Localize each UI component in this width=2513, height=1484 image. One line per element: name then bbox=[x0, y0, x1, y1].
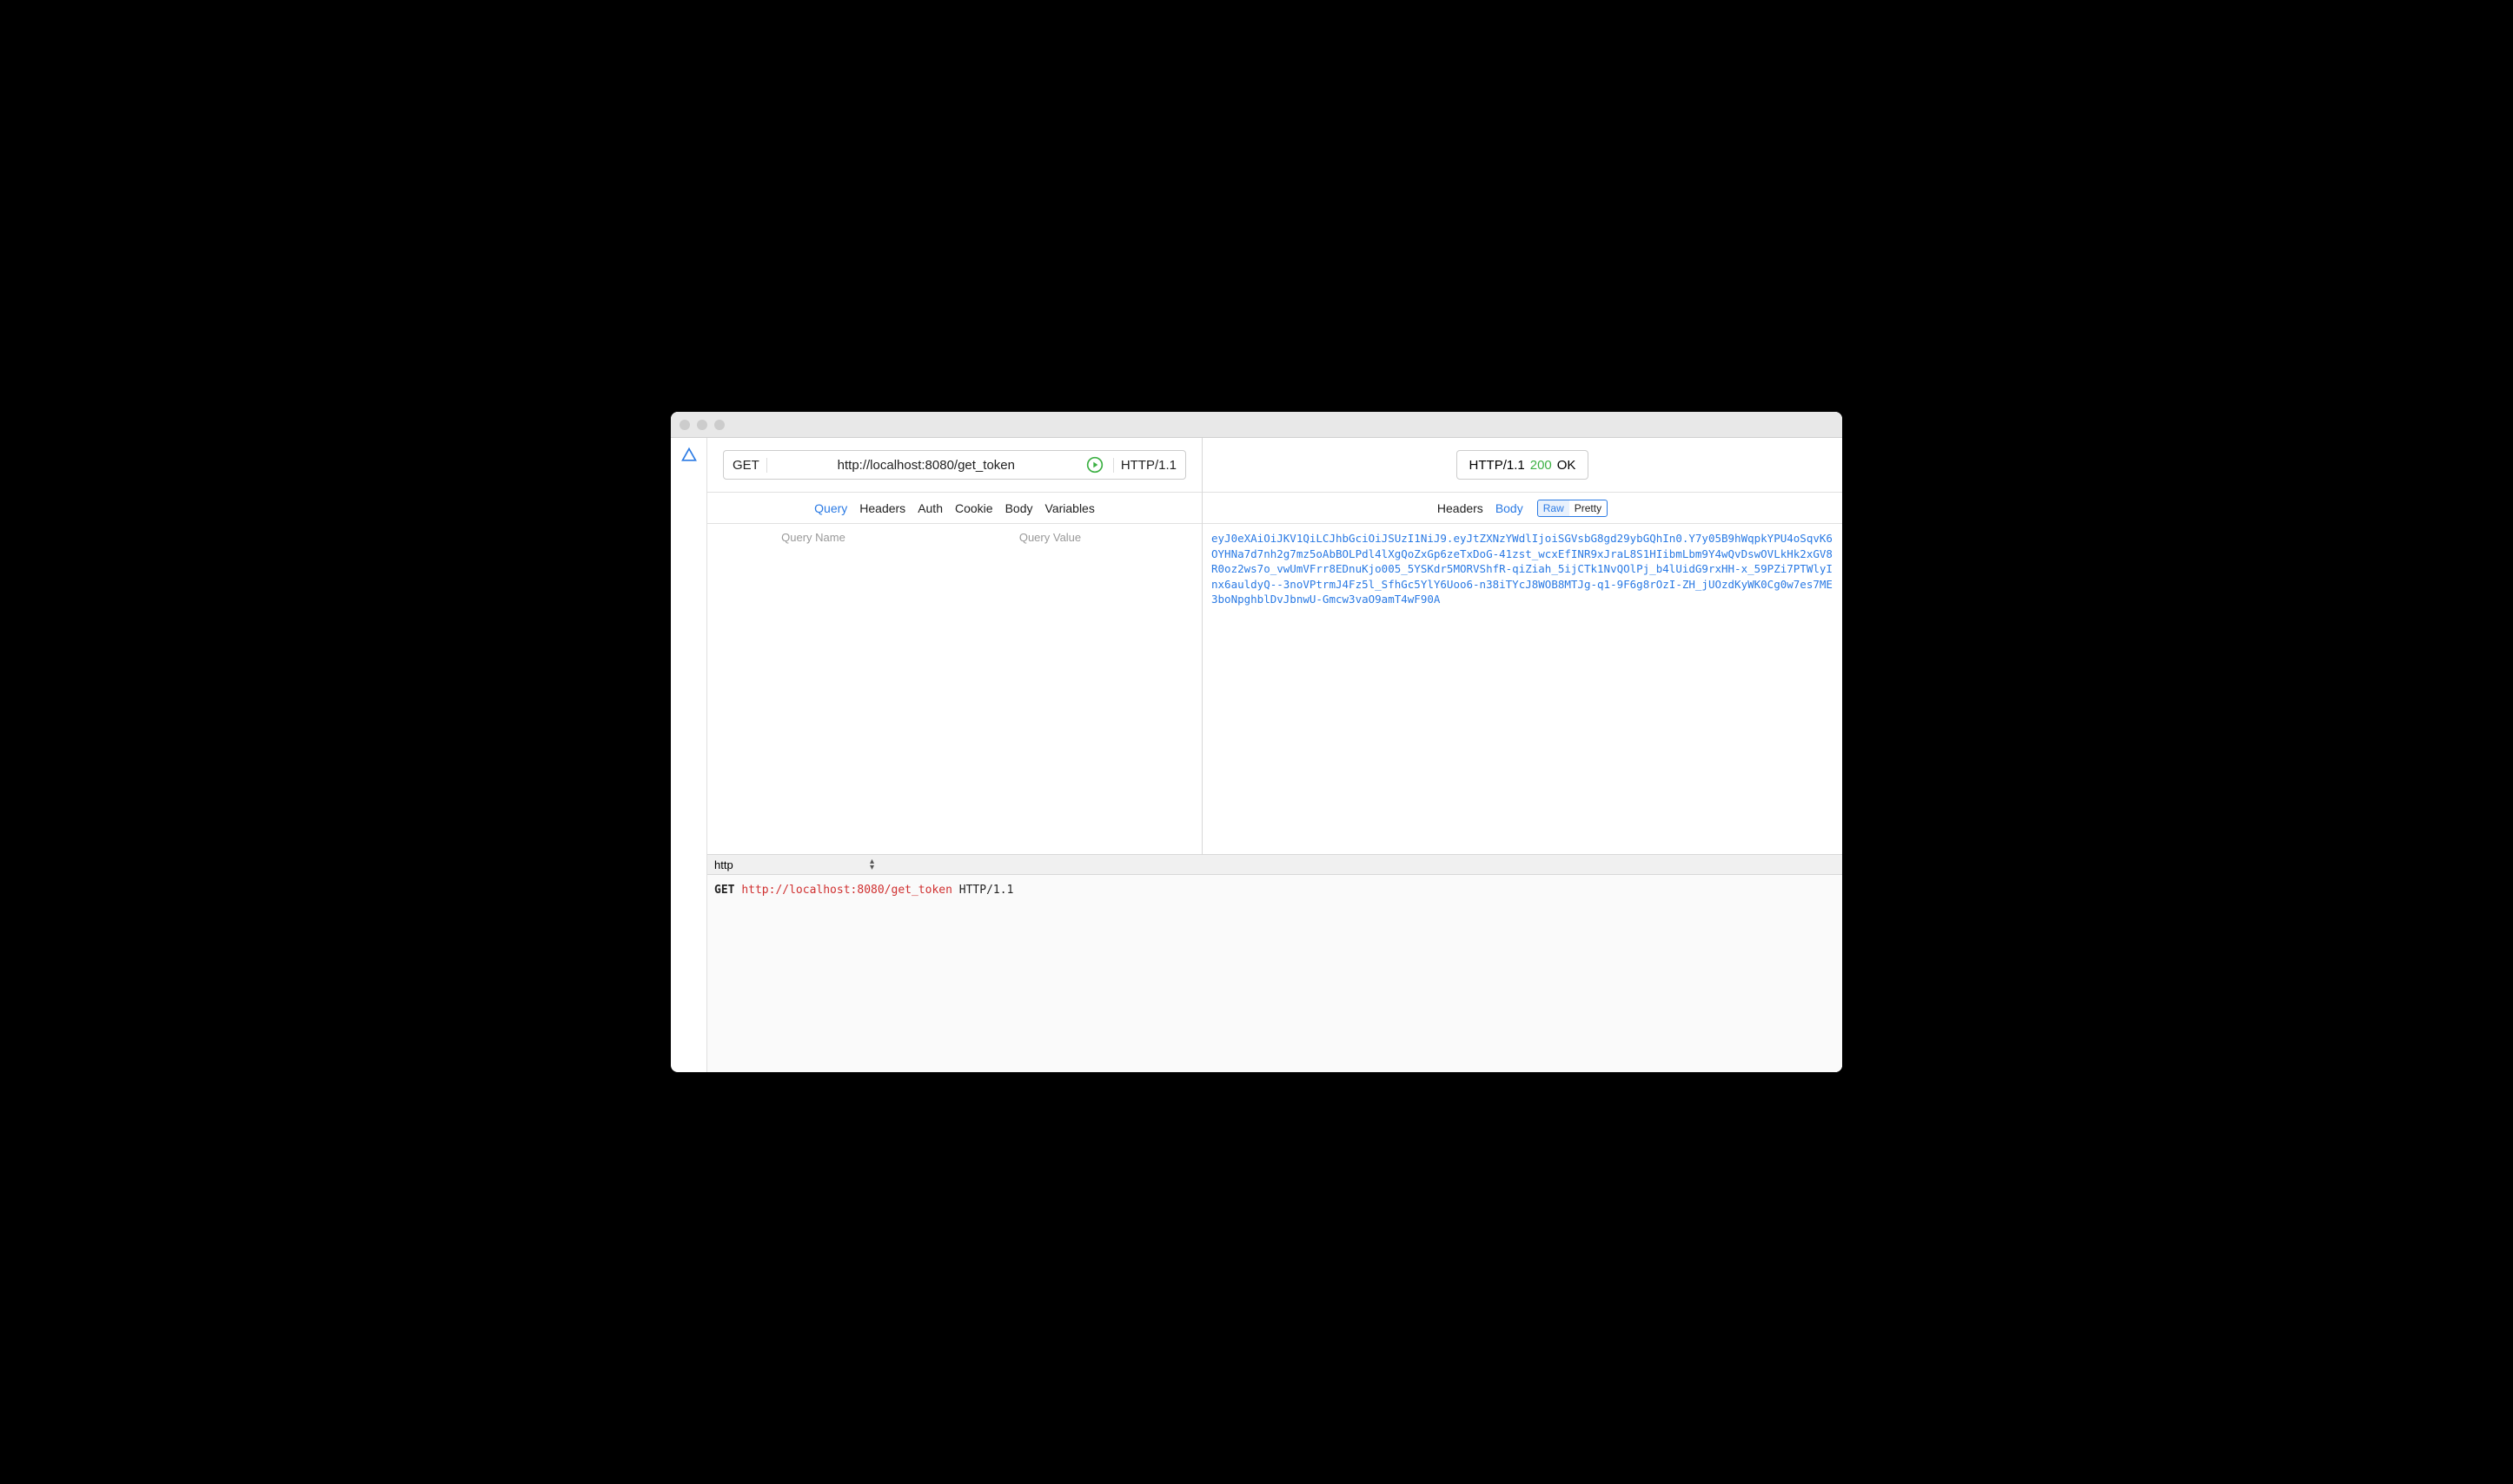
request-bar: GET http://localhost:8080/get_token HTTP… bbox=[707, 438, 1202, 493]
response-status-code: 200 bbox=[1530, 458, 1552, 473]
raw-url: http://localhost:8080/get_token bbox=[741, 884, 952, 897]
format-select[interactable]: http bbox=[707, 855, 881, 874]
tab-cookie[interactable]: Cookie bbox=[955, 501, 993, 515]
tab-resp-body[interactable]: Body bbox=[1495, 501, 1523, 515]
send-request-button[interactable] bbox=[1085, 455, 1104, 474]
query-body[interactable] bbox=[707, 550, 1202, 854]
query-name-header: Query Name bbox=[718, 531, 909, 544]
response-bar: HTTP/1.1 200 OK bbox=[1203, 438, 1842, 493]
tab-auth[interactable]: Auth bbox=[918, 501, 943, 515]
sidebar bbox=[671, 438, 707, 1072]
main: GET http://localhost:8080/get_token HTTP… bbox=[707, 438, 1842, 1072]
content: GET http://localhost:8080/get_token HTTP… bbox=[671, 438, 1842, 1072]
protocol-select[interactable]: HTTP/1.1 bbox=[1113, 458, 1177, 473]
tab-headers[interactable]: Headers bbox=[859, 501, 905, 515]
response-tabs: Headers Body Raw Pretty bbox=[1203, 493, 1842, 524]
app-window: GET http://localhost:8080/get_token HTTP… bbox=[671, 412, 1842, 1072]
tab-query[interactable]: Query bbox=[814, 501, 847, 515]
format-row: http ▴▾ bbox=[707, 855, 1842, 875]
request-tabs: Query Headers Auth Cookie Body Variables bbox=[707, 493, 1202, 524]
response-body[interactable]: eyJ0eXAiOiJKV1QiLCJhbGciOiJSUzI1NiJ9.eyJ… bbox=[1203, 524, 1842, 854]
view-raw-button[interactable]: Raw bbox=[1538, 500, 1569, 516]
request-pane: GET http://localhost:8080/get_token HTTP… bbox=[707, 438, 1203, 854]
app-logo-icon[interactable] bbox=[680, 447, 698, 464]
response-status: HTTP/1.1 200 OK bbox=[1456, 450, 1589, 480]
response-pane: HTTP/1.1 200 OK Headers Body Raw Pretty bbox=[1203, 438, 1842, 854]
raw-request-view[interactable]: GET http://localhost:8080/get_token HTTP… bbox=[707, 875, 1842, 1072]
titlebar bbox=[671, 412, 1842, 438]
raw-method: GET bbox=[714, 884, 734, 897]
raw-protocol: HTTP/1.1 bbox=[959, 884, 1014, 897]
query-columns: Query Name Query Value bbox=[707, 524, 1202, 550]
response-status-text: OK bbox=[1557, 458, 1576, 473]
close-window-button[interactable] bbox=[680, 420, 690, 430]
tab-resp-headers[interactable]: Headers bbox=[1437, 501, 1483, 515]
tab-variables[interactable]: Variables bbox=[1045, 501, 1095, 515]
response-protocol: HTTP/1.1 bbox=[1469, 458, 1525, 473]
raw-pane: http ▴▾ GET http://localhost:8080/get_to… bbox=[707, 855, 1842, 1072]
method-select[interactable]: GET bbox=[733, 458, 767, 473]
traffic-lights bbox=[680, 420, 725, 430]
minimize-window-button[interactable] bbox=[697, 420, 707, 430]
maximize-window-button[interactable] bbox=[714, 420, 725, 430]
view-mode-toggle: Raw Pretty bbox=[1537, 500, 1608, 517]
top-panes: GET http://localhost:8080/get_token HTTP… bbox=[707, 438, 1842, 855]
view-pretty-button[interactable]: Pretty bbox=[1569, 500, 1607, 516]
tab-body[interactable]: Body bbox=[1005, 501, 1033, 515]
response-body-text: eyJ0eXAiOiJKV1QiLCJhbGciOiJSUzI1NiJ9.eyJ… bbox=[1211, 531, 1833, 607]
request-box: GET http://localhost:8080/get_token HTTP… bbox=[723, 450, 1186, 480]
url-input[interactable]: http://localhost:8080/get_token bbox=[776, 458, 1077, 473]
query-value-header: Query Value bbox=[909, 531, 1191, 544]
